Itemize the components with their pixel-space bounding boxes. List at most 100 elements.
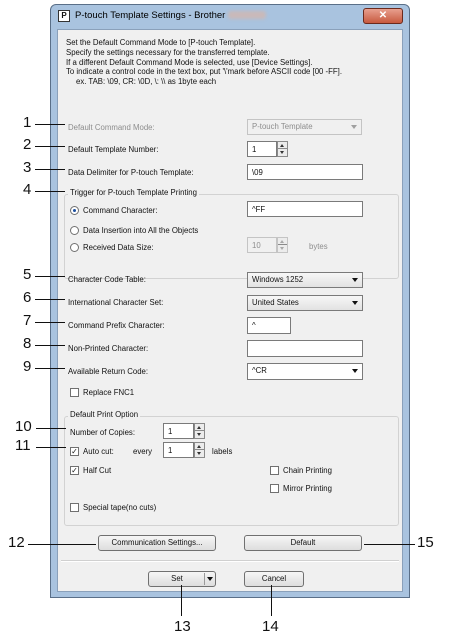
auto-cut-checkbox[interactable]: ✓ [70,447,79,456]
settings-window: P P-touch Template Settings - Brother ✕ … [50,4,410,598]
spin-up-icon[interactable] [195,443,204,450]
character-code-table-select[interactable]: Windows 1252 [247,272,363,288]
received-data-size-radio[interactable] [70,243,79,252]
spin-up-icon [278,238,287,245]
character-code-table-label: Character Code Table: [68,275,146,284]
spin-up-icon[interactable] [195,424,204,431]
spin-down-icon[interactable] [195,450,204,457]
callout-number-3: 3 [23,159,32,176]
chevron-down-icon [352,301,358,305]
auto-cut-unit-label: labels [212,447,233,456]
default-button[interactable]: Default [244,535,362,551]
received-data-size-unit: bytes [309,242,328,251]
info-line: If a different Default Command Mode is s… [66,57,313,67]
available-return-code-value: ^CR [252,366,267,375]
dialog-client-area: Set the Default Command Mode to [P-touch… [57,29,403,592]
info-text: Set the Default Command Mode to [P-touch… [66,38,396,87]
callout-number-1: 1 [23,114,32,131]
cancel-button[interactable]: Cancel [244,571,304,587]
spin-down-icon[interactable] [195,431,204,438]
callout-number-2: 2 [23,136,32,153]
spin-down-icon [278,245,287,252]
callout-number-5: 5 [23,266,32,283]
non-printed-character-input[interactable] [247,340,363,357]
info-line: Set the Default Command Mode to [P-touch… [66,38,256,47]
replace-fnc1-label: Replace FNC1 [83,388,135,397]
callout-line-5 [35,276,65,277]
number-of-copies-input[interactable]: 1 [163,423,194,439]
international-character-set-value: United States [252,298,299,307]
chevron-down-icon [352,278,358,282]
spin-up-icon[interactable] [278,142,287,149]
half-cut-label: Half Cut [83,466,112,475]
callout-line-4 [35,191,65,192]
received-data-size-input: 10 [247,237,277,253]
non-printed-character-label: Non-Printed Character: [68,344,149,353]
international-character-set-label: International Character Set: [68,298,164,307]
default-command-mode-value: P-touch Template [252,122,313,131]
callout-number-11: 11 [15,437,31,454]
callout-number-8: 8 [23,335,32,352]
set-button-label: Set [171,574,183,583]
auto-cut-interval-input[interactable]: 1 [163,442,194,458]
callout-line-1 [35,124,65,125]
close-button[interactable]: ✕ [363,8,403,24]
callout-number-6: 6 [23,289,32,306]
callout-line-2 [35,146,65,147]
default-template-number-spinner[interactable] [277,141,288,157]
chain-printing-checkbox[interactable] [270,466,279,475]
data-delimiter-label: Data Delimiter for P-touch Template: [68,168,194,177]
callout-number-13: 13 [174,618,191,635]
special-tape-checkbox[interactable] [70,503,79,512]
auto-cut-interval-spinner[interactable] [194,442,205,458]
callout-line-7 [35,322,65,323]
callout-number-15: 15 [417,534,434,551]
spin-down-icon[interactable] [278,149,287,156]
command-character-input[interactable]: ^FF [247,201,363,217]
available-return-code-select[interactable]: ^CR [247,363,363,380]
redacted-model-name [228,11,267,20]
received-data-size-spinner [277,237,288,253]
replace-fnc1-checkbox[interactable] [70,388,79,397]
default-template-number-label: Default Template Number: [68,145,159,154]
title-bar[interactable]: P P-touch Template Settings - Brother ✕ [51,5,409,29]
mirror-printing-label: Mirror Printing [283,484,332,493]
callout-line-15 [364,544,415,545]
half-cut-checkbox[interactable]: ✓ [70,466,79,475]
data-delimiter-input[interactable]: \09 [247,164,363,180]
callout-line-3 [35,169,65,170]
data-insertion-label: Data Insertion into All the Objects [83,226,199,235]
print-option-group-title: Default Print Option [68,410,141,419]
chevron-down-icon [352,369,358,373]
command-prefix-character-label: Command Prefix Character: [68,321,165,330]
callout-line-11 [36,447,66,448]
data-insertion-radio[interactable] [70,226,79,235]
chevron-down-icon [351,125,357,129]
chain-printing-label: Chain Printing [283,466,332,475]
number-of-copies-spinner[interactable] [194,423,205,439]
button-separator-highlight [61,561,399,562]
special-tape-label: Special tape(no cuts) [83,503,157,512]
callout-line-8 [35,345,65,346]
callout-line-13 [181,585,182,616]
app-icon: P [58,10,70,22]
command-character-label: Command Character: [83,206,158,215]
command-prefix-character-input[interactable]: ^ [247,317,291,334]
callout-line-14 [271,585,272,616]
callout-number-7: 7 [23,312,32,329]
international-character-set-select[interactable]: United States [247,295,363,311]
window-title: P-touch Template Settings - Brother [75,10,267,21]
default-template-number-input[interactable]: 1 [247,141,277,157]
auto-cut-every-label: every [133,447,153,456]
callout-line-10 [36,428,66,429]
chevron-down-icon[interactable] [207,577,213,581]
callout-number-9: 9 [23,358,32,375]
default-command-mode-label: Default Command Mode: [68,123,155,132]
callout-line-9 [35,368,65,369]
mirror-printing-checkbox[interactable] [270,484,279,493]
callout-number-4: 4 [23,181,32,198]
command-character-radio[interactable] [70,206,79,215]
set-split-button[interactable]: Set [148,571,216,587]
available-return-code-label: Available Return Code: [68,367,149,376]
communication-settings-button[interactable]: Communication Settings... [98,535,216,551]
